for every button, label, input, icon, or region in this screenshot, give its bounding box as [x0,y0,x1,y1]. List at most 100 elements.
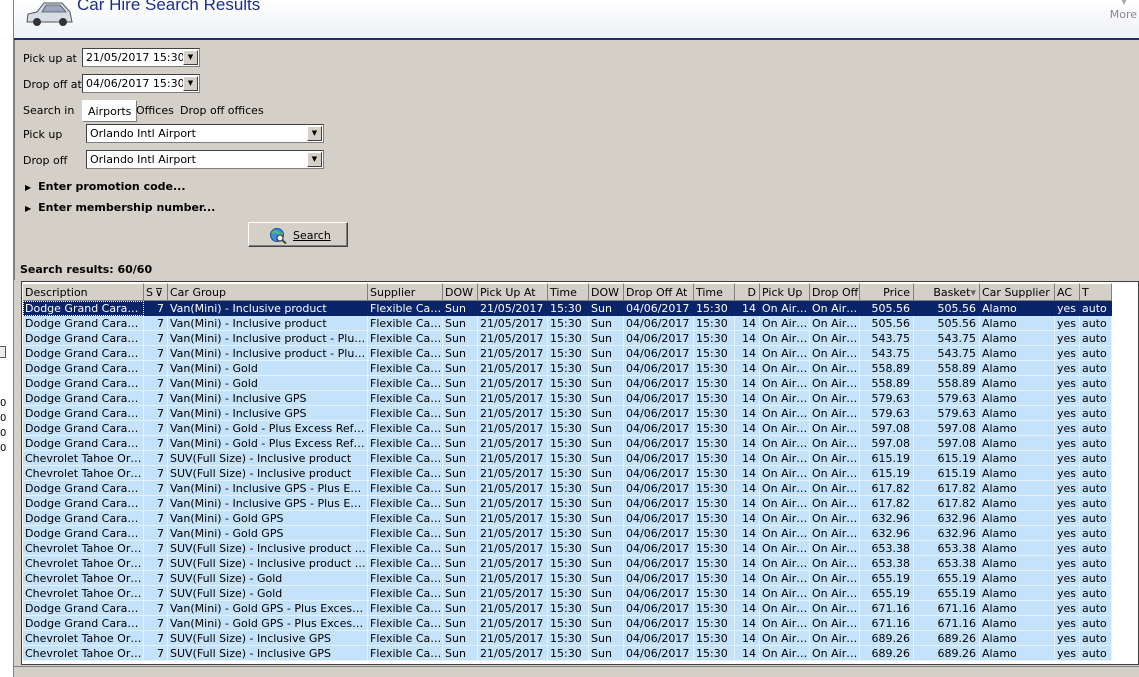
pickup-datetime-value: 21/05/2017 15:30 [86,51,185,64]
chevron-down-icon[interactable]: ▼ [307,126,322,141]
cell-transmission: auto [1080,526,1112,541]
cell-price: 543.75 [860,331,914,346]
column-header-dropoff-dow[interactable]: DOW [589,283,624,301]
table-row[interactable]: Chevrolet Tahoe Or Similar7SUV(Full Size… [23,556,1138,571]
column-header-label: Time [696,286,723,299]
table-row[interactable]: Dodge Grand Caravan Or Similar7Van(Mini)… [23,496,1138,511]
results-count: Search results: 60/60 [20,263,153,276]
cell-basket: 579.63 [914,391,980,406]
pickup-datetime-picker[interactable]: 21/05/2017 15:30 ▼ [82,48,200,67]
column-header-car-group[interactable]: Car Group [168,283,368,301]
more-arrow-icon[interactable]: ▼ [1121,0,1127,6]
cell-dropoff-time: 15:30 [694,436,735,451]
table-row[interactable]: Dodge Grand Caravan Or Similar7Van(Mini)… [23,436,1138,451]
search-in-airports[interactable]: Airports [82,100,138,122]
dropoff-location-select[interactable]: Orlando Intl Airport ▼ [86,150,324,169]
table-row[interactable]: Chevrolet Tahoe Or Similar7SUV(Full Size… [23,571,1138,586]
table-row[interactable]: Dodge Grand Caravan Or Similar7Van(Mini)… [23,481,1138,496]
cell-seats: 7 [144,406,168,421]
column-header-ac[interactable]: AC [1055,283,1080,301]
column-header-days[interactable]: D [735,283,760,301]
row-filler [1112,541,1138,556]
column-header-label: Car Group [170,286,226,299]
cell-pickup-dow: Sun [443,361,478,376]
table-row[interactable]: Dodge Grand Caravan Or Similar7Van(Mini)… [23,316,1138,331]
cell-transmission: auto [1080,631,1112,646]
cell-description: Dodge Grand Caravan Or Similar [23,526,144,541]
cell-pickup-type: On Airport [760,421,810,436]
column-header-label: S [146,286,153,299]
table-row[interactable]: Dodge Grand Caravan Or Similar7Van(Mini)… [23,376,1138,391]
horizontal-scrollbar[interactable] [14,666,1139,677]
cell-car-group: SUV(Full Size) - Inclusive GPS [168,631,368,646]
chevron-down-icon[interactable]: ▼ [183,50,198,65]
column-header-pickup-date[interactable]: Pick Up At [478,283,548,301]
table-row[interactable]: Dodge Grand Caravan Or Similar7Van(Mini)… [23,391,1138,406]
search-button[interactable]: Search [248,222,348,247]
column-header-pickup-type[interactable]: Pick Up [760,283,810,301]
table-row[interactable]: Dodge Grand Caravan Or Similar7Van(Mini)… [23,361,1138,376]
cell-transmission: auto [1080,361,1112,376]
table-row[interactable]: Dodge Grand Caravan Or Similar7Van(Mini)… [23,421,1138,436]
cell-pickup-date: 21/05/2017 [478,526,548,541]
cell-dropoff-type: On Airport [810,421,860,436]
table-row[interactable]: Dodge Grand Caravan Or Similar7Van(Mini)… [23,331,1138,346]
column-header-description[interactable]: Description [23,283,144,301]
table-row[interactable]: Chevrolet Tahoe Or Similar7SUV(Full Size… [23,631,1138,646]
cell-ac: yes [1055,406,1080,421]
promotion-code-expander[interactable]: ▶ Enter promotion code... [25,180,186,193]
column-header-price[interactable]: Price [860,283,914,301]
column-header-supplier[interactable]: Supplier [368,283,443,301]
table-row[interactable]: Dodge Grand Caravan Or Similar7Van(Mini)… [23,406,1138,421]
cell-dropoff-type: On Airport [810,631,860,646]
filter-icon[interactable]: ⊽ [155,286,163,299]
cell-seats: 7 [144,556,168,571]
cell-transmission: auto [1080,436,1112,451]
table-row[interactable]: Dodge Grand Caravan Or Similar7Van(Mini)… [23,616,1138,631]
table-row[interactable]: Dodge Grand Caravan Or Similar7Van(Mini)… [23,601,1138,616]
column-header-seats[interactable]: S ⊽ [144,283,168,301]
chevron-down-icon[interactable]: ▼ [183,76,198,91]
column-header-basket[interactable]: Basket▾ [914,283,980,301]
table-row[interactable]: Chevrolet Tahoe Or Similar7SUV(Full Size… [23,541,1138,556]
cell-dropoff-dow: Sun [589,316,624,331]
table-row[interactable]: Chevrolet Tahoe Or Similar7SUV(Full Size… [23,586,1138,601]
cell-pickup-date: 21/05/2017 [478,346,548,361]
column-header-pickup-time[interactable]: Time [548,283,589,301]
cell-pickup-dow: Sun [443,586,478,601]
panel-collapse-handle[interactable] [0,346,6,358]
column-header-car-supplier[interactable]: Car Supplier [980,283,1055,301]
column-header-dropoff-date[interactable]: Drop Off At [624,283,694,301]
table-row[interactable]: Dodge Grand Caravan Or Similar7Van(Mini)… [23,511,1138,526]
cell-dropoff-type: On Airport [810,646,860,661]
membership-number-expander[interactable]: ▶ Enter membership number... [25,201,215,214]
column-header-transmission[interactable]: T [1080,283,1112,301]
search-in-dropoff-offices[interactable]: Drop off offices [175,100,269,122]
column-header-pickup-dow[interactable]: DOW [443,283,478,301]
cell-basket: 689.26 [914,646,980,661]
cell-seats: 7 [144,376,168,391]
table-row[interactable]: Dodge Grand Caravan Or Similar7Van(Mini)… [23,526,1138,541]
cell-days: 14 [735,616,760,631]
cell-transmission: auto [1080,451,1112,466]
column-header-dropoff-type[interactable]: Drop Off [810,283,860,301]
dropoff-datetime-value: 04/06/2017 15:30 [86,77,185,90]
search-in-offices[interactable]: Offices [131,100,179,122]
table-row[interactable]: Dodge Grand Caravan Or Similar7Van(Mini)… [23,301,1138,316]
cell-ac: yes [1055,346,1080,361]
cell-ac: yes [1055,481,1080,496]
table-row[interactable]: Chevrolet Tahoe Or Similar7SUV(Full Size… [23,646,1138,661]
table-row[interactable]: Dodge Grand Caravan Or Similar7Van(Mini)… [23,346,1138,361]
pickup-location-select[interactable]: Orlando Intl Airport ▼ [86,124,324,143]
dropoff-datetime-picker[interactable]: 04/06/2017 15:30 ▼ [82,74,200,93]
column-header-dropoff-time[interactable]: Time [694,283,735,301]
chevron-down-icon[interactable]: ▼ [307,152,322,167]
cell-seats: 7 [144,451,168,466]
table-row[interactable]: Chevrolet Tahoe Or Similar7SUV(Full Size… [23,451,1138,466]
cell-dropoff-dow: Sun [589,556,624,571]
cell-car-supplier: Alamo [980,571,1055,586]
cell-pickup-dow: Sun [443,481,478,496]
table-row[interactable]: Chevrolet Tahoe Or Similar7SUV(Full Size… [23,466,1138,481]
results-grid[interactable]: Description S ⊽ Car Group Supplier DOW Pick Up… [21,281,1139,665]
more-button[interactable]: More [1110,8,1137,21]
